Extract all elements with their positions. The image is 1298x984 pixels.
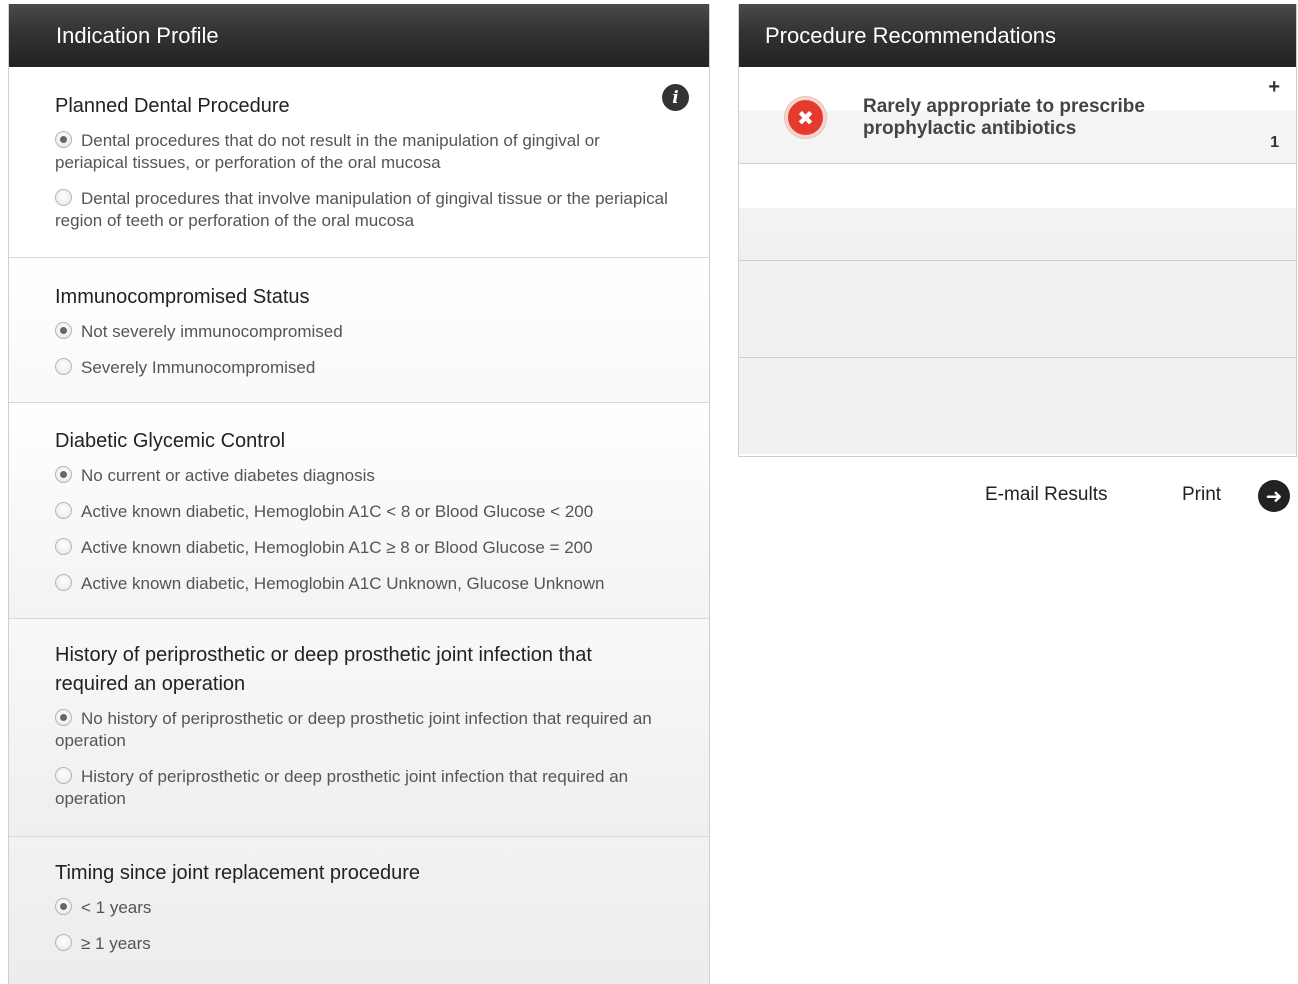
radio-button[interactable]	[55, 358, 72, 375]
radio-button[interactable]	[55, 538, 72, 555]
radio-button[interactable]	[55, 934, 72, 951]
indication-profile-header: Indication Profile	[9, 4, 709, 67]
print-link[interactable]: Print	[1182, 484, 1221, 506]
option-infection-history[interactable]: History of periprosthetic or deep prosth…	[55, 766, 669, 810]
empty-row	[739, 164, 1296, 261]
radio-button[interactable]	[55, 466, 72, 483]
section-title: Planned Dental Procedure	[55, 95, 290, 117]
section-planned-dental-procedure: i Planned Dental Procedure Dental proced…	[9, 67, 709, 258]
option-1-year-or-more[interactable]: ≥ 1 years	[55, 933, 669, 955]
arrow-right-circle-icon[interactable]: ➜	[1258, 480, 1290, 512]
option-label: Active known diabetic, Hemoglobin A1C ≥ …	[81, 538, 593, 557]
option-severely-immunocompromised[interactable]: Severely Immunocompromised	[55, 357, 669, 379]
info-icon[interactable]: i	[662, 84, 689, 111]
recommendation-text: Rarely appropriate to prescribe prophyla…	[863, 96, 1145, 139]
radio-button[interactable]	[55, 502, 72, 519]
radio-button[interactable]	[55, 322, 72, 339]
option-no-manipulation[interactable]: Dental procedures that do not result in …	[55, 130, 669, 174]
option-label: No current or active diabetes diagnosis	[81, 466, 375, 485]
section-title: Diabetic Glycemic Control	[55, 430, 286, 452]
recommendation-count: 1	[1270, 134, 1279, 151]
radio-button[interactable]	[55, 767, 72, 784]
option-label: Dental procedures that do not result in …	[55, 131, 600, 172]
option-a1c-above-8[interactable]: Active known diabetic, Hemoglobin A1C ≥ …	[55, 537, 669, 559]
procedure-recommendations-panel: Procedure Recommendations ✖ Rarely appro…	[738, 4, 1297, 457]
indication-profile-panel: Indication Profile i Planned Dental Proc…	[8, 4, 710, 984]
radio-button[interactable]	[55, 131, 72, 148]
option-not-severely-immunocompromised[interactable]: Not severely immunocompromised	[55, 321, 669, 343]
option-a1c-unknown[interactable]: Active known diabetic, Hemoglobin A1C Un…	[55, 573, 669, 595]
option-label: Not severely immunocompromised	[81, 322, 343, 341]
option-label: Active known diabetic, Hemoglobin A1C Un…	[81, 574, 605, 593]
empty-row	[739, 261, 1296, 358]
option-a1c-below-8[interactable]: Active known diabetic, Hemoglobin A1C < …	[55, 501, 669, 523]
indication-profile-title: Indication Profile	[56, 22, 219, 48]
section-joint-infection-history: History of periprosthetic or deep prosth…	[9, 619, 709, 837]
radio-button[interactable]	[55, 189, 72, 206]
section-timing-since-replacement: Timing since joint replacement procedure…	[9, 837, 709, 984]
option-label: Severely Immunocompromised	[81, 358, 316, 377]
empty-row	[739, 358, 1296, 454]
section-diabetic-glycemic-control: Diabetic Glycemic Control No current or …	[9, 403, 709, 619]
results-actions: E-mail Results Print ➜	[738, 480, 1297, 512]
recommendation-row[interactable]: ✖ Rarely appropriate to prescribe prophy…	[739, 67, 1296, 164]
option-label: Dental procedures that involve manipulat…	[55, 189, 668, 230]
option-label: < 1 years	[81, 898, 152, 917]
option-no-diabetes[interactable]: No current or active diabetes diagnosis	[55, 465, 669, 487]
option-manipulation[interactable]: Dental procedures that involve manipulat…	[55, 188, 669, 232]
section-title: Immunocompromised Status	[55, 286, 310, 308]
x-circle-icon: ✖	[785, 97, 826, 138]
section-immunocompromised-status: Immunocompromised Status Not severely im…	[9, 258, 709, 403]
email-results-link[interactable]: E-mail Results	[985, 484, 1107, 506]
radio-button[interactable]	[55, 709, 72, 726]
option-label: Active known diabetic, Hemoglobin A1C < …	[81, 502, 594, 521]
radio-button[interactable]	[55, 574, 72, 591]
procedure-recommendations-header: Procedure Recommendations	[739, 4, 1296, 67]
expand-button[interactable]: +	[1268, 76, 1280, 99]
option-label: ≥ 1 years	[81, 934, 151, 953]
section-title: Timing since joint replacement procedure	[55, 862, 420, 884]
procedure-recommendations-title: Procedure Recommendations	[765, 22, 1057, 48]
radio-button[interactable]	[55, 898, 72, 915]
option-no-infection-history[interactable]: No history of periprosthetic or deep pro…	[55, 708, 669, 752]
section-title: History of periprosthetic or deep prosth…	[55, 644, 592, 695]
option-label: History of periprosthetic or deep prosth…	[55, 767, 629, 808]
option-less-than-1-year[interactable]: < 1 years	[55, 897, 669, 919]
option-label: No history of periprosthetic or deep pro…	[55, 709, 652, 750]
